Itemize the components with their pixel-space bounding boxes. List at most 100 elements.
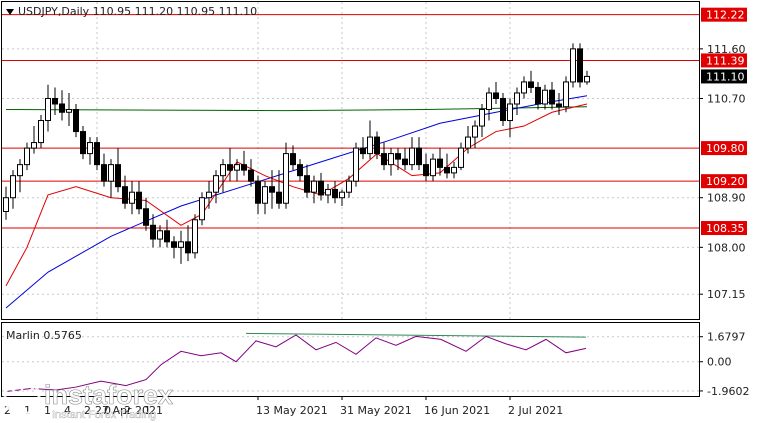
candle	[87, 137, 93, 165]
candle-bear	[241, 164, 247, 171]
candle-bull	[38, 120, 44, 144]
watermark-brand: instaforex	[44, 380, 173, 410]
candle	[31, 126, 37, 154]
candle-bear	[150, 224, 156, 240]
candle-bear	[143, 208, 149, 226]
candle-bear	[395, 153, 401, 160]
candle	[24, 142, 30, 171]
candle-bear	[276, 191, 282, 204]
candle-bear	[290, 153, 296, 166]
candle-bull	[199, 197, 205, 221]
candle-bull	[458, 147, 464, 168]
candle-bear	[528, 81, 534, 88]
candle	[409, 137, 415, 171]
candle	[577, 43, 583, 88]
candle-bull	[283, 153, 289, 204]
candle	[171, 236, 177, 259]
candle-bull	[213, 175, 219, 193]
candle-bear	[52, 97, 58, 105]
candle-bear	[122, 186, 128, 204]
candle-bull	[87, 142, 93, 155]
candle	[17, 159, 23, 193]
candle-bull	[66, 109, 72, 113]
candle-bear	[402, 158, 408, 166]
candle-bull	[479, 109, 485, 127]
candle-bull	[325, 188, 331, 196]
candle-bull	[17, 164, 23, 177]
candle-bear	[304, 175, 310, 193]
candle	[311, 175, 317, 204]
candle	[220, 159, 226, 193]
candle	[367, 120, 373, 160]
candle	[549, 81, 555, 110]
candle-bull	[108, 164, 114, 182]
candle	[570, 43, 576, 88]
level-tag-label: 112.22	[706, 9, 745, 22]
candle-bull	[563, 81, 569, 108]
candle-bull	[157, 230, 163, 240]
candle-bull	[409, 147, 415, 166]
candle-bear	[94, 142, 100, 166]
level-tag-label: 109.20	[706, 175, 745, 188]
candle	[80, 126, 86, 160]
candle	[122, 175, 128, 209]
candle	[388, 148, 394, 176]
candle-bull	[31, 142, 37, 149]
candle-bull	[339, 191, 345, 199]
candle	[108, 159, 114, 198]
candle	[514, 87, 520, 116]
candle-bear	[73, 109, 79, 133]
candle	[472, 120, 478, 149]
candle	[115, 148, 121, 193]
main-grid	[2, 2, 699, 319]
candle	[206, 181, 212, 209]
candle	[507, 98, 513, 138]
ma-red-line	[5, 103, 588, 287]
moving-averages	[5, 95, 588, 309]
candle-bull	[206, 191, 212, 199]
candle-bull	[367, 136, 373, 155]
candle	[66, 92, 72, 127]
candle-bull	[388, 153, 394, 166]
candle	[325, 183, 331, 204]
candle	[185, 225, 191, 262]
candle	[227, 148, 233, 182]
price-axis-label: 108.00	[707, 241, 746, 254]
candle	[451, 161, 457, 179]
price-axis-label: 108.90	[707, 192, 746, 205]
candle-bear	[437, 158, 443, 168]
candle	[297, 159, 303, 182]
candle-bear	[535, 86, 541, 105]
ma-green-line	[5, 106, 588, 112]
level-tag-label: 111.39	[706, 54, 745, 67]
osc-axis-label: 1.6797	[707, 331, 746, 344]
candle	[381, 142, 387, 171]
candle	[360, 137, 366, 160]
candle	[556, 92, 562, 116]
watermark-tagline: Instant Forex Trading	[52, 409, 156, 421]
candle-bull	[486, 92, 492, 111]
candle	[584, 70, 590, 85]
candle-bull	[465, 136, 471, 149]
candle-bear	[164, 230, 170, 243]
candle	[143, 197, 149, 231]
candle-bull	[353, 147, 359, 182]
candle	[402, 148, 408, 171]
candle	[269, 170, 275, 209]
candle-bear	[318, 180, 324, 196]
candle	[3, 186, 9, 220]
candle	[339, 189, 345, 206]
candle	[430, 153, 436, 182]
candle	[94, 137, 100, 171]
candle	[255, 175, 261, 215]
candle-bear	[360, 147, 366, 155]
candle	[290, 145, 296, 171]
time-axis-label: 16 Jun 2021	[424, 404, 490, 417]
candle-bear	[493, 92, 499, 99]
candle-bull	[430, 158, 436, 177]
candle	[542, 84, 548, 110]
candle	[318, 172, 324, 201]
candle-bull	[584, 75, 590, 83]
candle	[493, 81, 499, 104]
candle	[73, 103, 79, 138]
